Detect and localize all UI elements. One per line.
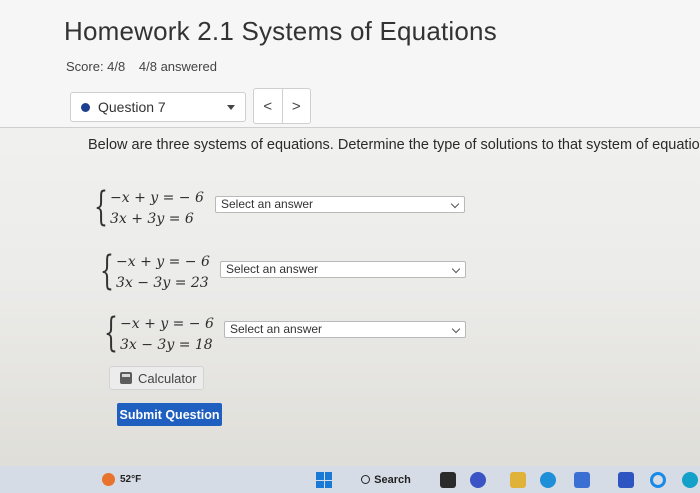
equation-system-1: { −x + y = − 6 3x + 3y = 6 [94, 184, 214, 234]
cortana-icon[interactable] [650, 472, 666, 488]
weather-icon [102, 473, 115, 486]
chat-icon[interactable] [470, 472, 486, 488]
answer-select-3[interactable]: Select an answer [224, 321, 466, 338]
equation-1: −x + y = − 6 [116, 254, 210, 270]
equation-2: 3x − 3y = 18 [120, 337, 213, 353]
previous-question-button[interactable]: < [254, 89, 282, 123]
question-dropdown[interactable]: Question 7 [70, 92, 246, 122]
task-view-icon[interactable] [440, 472, 456, 488]
answer-select-label: Select an answer [226, 262, 319, 276]
answer-select-label: Select an answer [230, 322, 323, 336]
answer-select-1[interactable]: Select an answer [215, 196, 465, 213]
score-text: Score: 4/8 [66, 59, 126, 74]
app-icon-2[interactable] [682, 472, 698, 488]
brace: { [94, 184, 108, 230]
answered-text: 4/8 answered [138, 59, 217, 74]
answer-select-2[interactable]: Select an answer [220, 261, 466, 278]
chevron-down-icon [451, 264, 461, 274]
brace: { [100, 248, 114, 294]
question-instructions: Below are three systems of equations. De… [88, 137, 700, 153]
equation-1: −x + y = − 6 [120, 316, 214, 332]
homework-header: Homework 2.1 Systems of Equations Score:… [0, 0, 700, 128]
chevron-down-icon [451, 324, 461, 334]
folder-icon[interactable] [510, 472, 526, 488]
taskbar: 52°F Search [0, 466, 700, 493]
app-icon[interactable] [618, 472, 634, 488]
next-question-button[interactable]: > [281, 89, 311, 123]
windows-start-icon[interactable] [316, 472, 332, 488]
page-title: Homework 2.1 Systems of Equations [64, 16, 497, 46]
weather-widget[interactable]: 52°F [102, 473, 141, 486]
calculator-button[interactable]: Calculator [109, 366, 204, 390]
brace: { [104, 310, 118, 356]
store-icon[interactable] [574, 472, 590, 488]
equation-system-2: { −x + y = − 6 3x − 3y = 23 [100, 248, 220, 298]
edge-browser-icon[interactable] [540, 472, 556, 488]
search-icon [361, 475, 371, 484]
question-label: Question 7 [98, 99, 166, 115]
question-nav: < > [253, 88, 311, 124]
submit-question-button[interactable]: Submit Question [117, 403, 222, 426]
search-label: Search [374, 473, 411, 486]
question-status-dot [81, 102, 90, 112]
equation-2: 3x + 3y = 6 [110, 211, 194, 227]
weather-temp: 52°F [120, 474, 142, 485]
equation-1: −x + y = − 6 [110, 190, 204, 206]
chevron-down-icon [450, 199, 460, 209]
caret-down-icon [227, 105, 235, 110]
score-row: Score: 4/8 4/8 answered [66, 59, 227, 74]
answer-select-label: Select an answer [221, 197, 314, 211]
equation-2: 3x − 3y = 23 [116, 275, 209, 291]
calculator-label: Calculator [138, 370, 197, 386]
taskbar-search[interactable]: Search [356, 470, 416, 489]
equation-system-3: { −x + y = − 6 3x − 3y = 18 [104, 310, 224, 360]
calculator-icon [120, 372, 132, 384]
